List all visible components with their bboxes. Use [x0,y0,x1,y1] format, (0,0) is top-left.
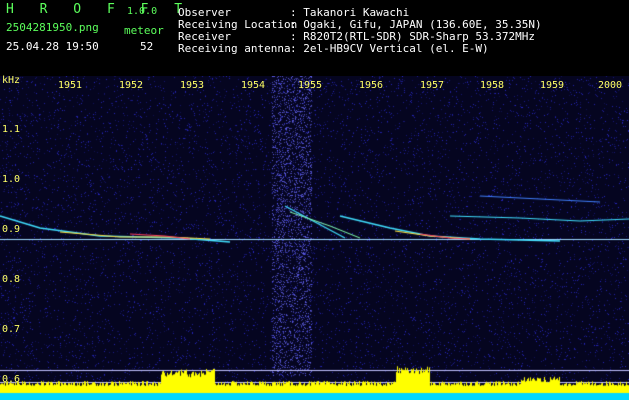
datetime-label: 25.04.28 19:50 [6,40,99,53]
x-tick-label: 1959 [540,80,565,91]
app-version: 1.0.0 [127,6,158,17]
spectrogram-canvas [0,76,629,400]
y-axis-unit: kHz [2,75,21,86]
x-tick-label: 1956 [359,80,384,91]
x-tick-label: 1957 [420,80,445,91]
x-tick-label: 1951 [58,80,83,91]
file-name: 2504281950.png [6,21,99,34]
app-logo: H R O F F T [6,2,192,17]
x-tick-label: 1953 [180,80,205,91]
y-tick-label: 1.1 [2,124,21,135]
x-tick-label: 2000 [598,80,623,91]
x-tick-label: 1958 [480,80,505,91]
x-tick-label: 1954 [241,80,266,91]
x-tick-label: 1952 [119,80,144,91]
x-tick-label: 1955 [298,80,323,91]
antenna-value: : 2el-HB9CV Vertical (el. E-W) [290,42,489,55]
y-tick-label: 0.6 [2,374,21,385]
y-tick-label: 1.0 [2,174,21,185]
y-tick-label: 0.9 [2,224,21,235]
header-panel: H R O F F T 1.0.0 2504281950.png meteor … [0,0,629,76]
y-tick-label: 0.8 [2,274,21,285]
meteor-count: 52 [140,40,154,53]
mode-label: meteor [124,24,164,37]
antenna-label: Receiving antenna [178,42,291,55]
y-tick-label: 0.7 [2,324,21,335]
